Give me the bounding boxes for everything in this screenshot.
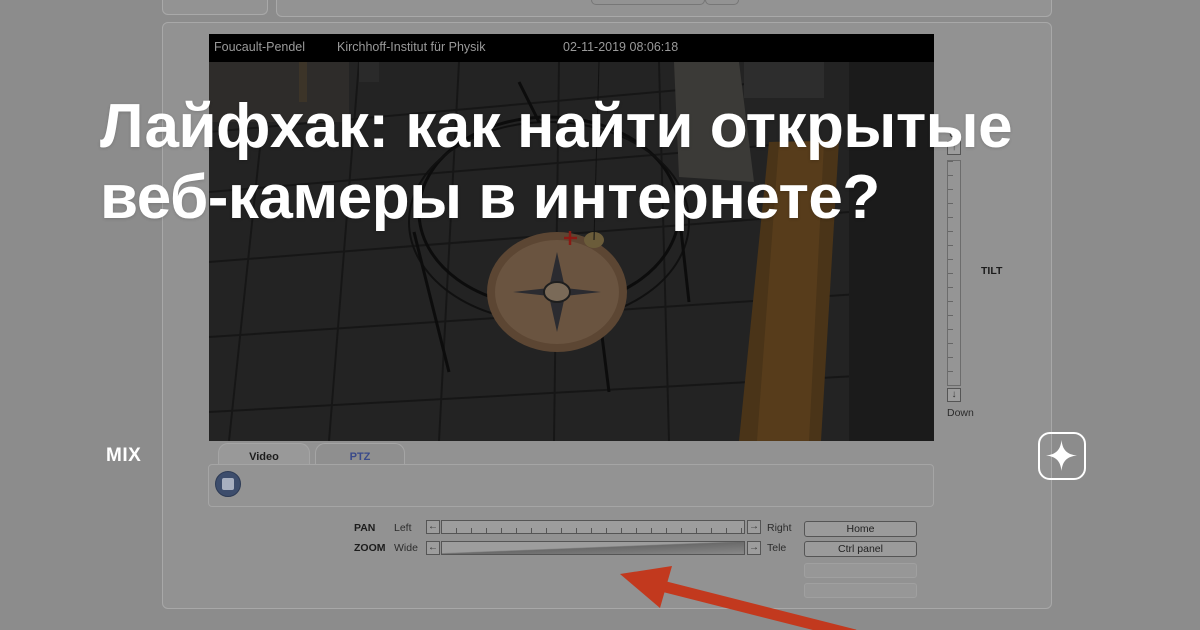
top-go-button[interactable] (705, 0, 739, 5)
zoom-label: ZOOM (354, 542, 386, 554)
tilt-bottom-label: Down (947, 407, 974, 419)
pan-left-label: Left (394, 522, 412, 534)
pan-right-label: Right (767, 522, 792, 534)
tab-ptz[interactable]: PTZ (315, 443, 405, 466)
ctrl-panel-button[interactable]: Ctrl panel (804, 541, 917, 557)
zoom-slider[interactable] (441, 541, 745, 555)
tab-video[interactable]: Video (218, 443, 310, 466)
red-arrow-icon (620, 566, 857, 630)
home-button[interactable]: Home (804, 521, 917, 537)
video-overlay-title: Foucault-Pendel (214, 40, 306, 54)
zoom-wide-button[interactable]: ← (426, 541, 440, 555)
tilt-label: TILT (981, 265, 1003, 277)
video-tab-panel (208, 464, 934, 507)
video-overlay-institute: Kirchhoff-Institut für Physik (337, 40, 486, 54)
tab-video-label: Video (249, 451, 279, 463)
article-headline: Лайфхак: как найти открытые веб-камеры в… (100, 92, 1013, 232)
video-overlay-bar: Foucault-Pendel Kirchhoff-Institut für P… (209, 34, 934, 62)
pan-left-button[interactable]: ← (426, 520, 440, 534)
top-left-box (162, 0, 268, 15)
zoom-tele-button[interactable]: → (747, 541, 761, 555)
zoom-left-label: Wide (394, 542, 418, 554)
tab-ptz-label: PTZ (349, 451, 371, 463)
tilt-down-button[interactable]: ↓ (947, 388, 961, 402)
pan-right-button[interactable]: → (747, 520, 761, 534)
source-label: MIX (106, 445, 142, 466)
video-overlay-datetime: 02-11-2019 08:06:18 (563, 40, 679, 54)
top-input[interactable] (591, 0, 705, 5)
pan-label: PAN (354, 522, 376, 534)
zoom-right-label: Tele (767, 542, 787, 554)
zen-star-icon[interactable] (1038, 432, 1086, 480)
pan-slider-ticks (441, 521, 743, 534)
stop-icon[interactable] (215, 471, 241, 497)
